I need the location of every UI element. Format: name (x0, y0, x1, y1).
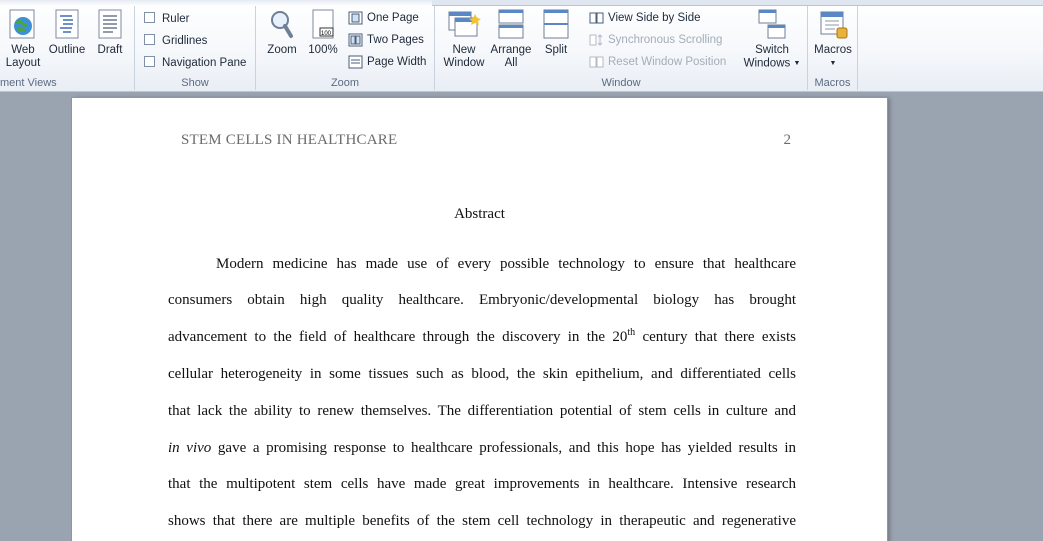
reset-window-position-button[interactable]: Reset Window Position (589, 53, 726, 71)
navigation-pane-checkbox-box[interactable] (144, 56, 155, 68)
navigation-pane-checkbox[interactable]: Navigation Pane (144, 54, 246, 72)
macros-button[interactable]: Macros ▼ (811, 8, 855, 71)
new-window-icon (448, 11, 481, 37)
synchronous-scrolling-icon (589, 34, 603, 46)
chevron-down-icon: ▼ (829, 60, 837, 67)
group-show: Ruler Gridlines Navigation Pane Show (135, 6, 256, 90)
synchronous-scrolling-label: Synchronous Scrolling (608, 34, 723, 46)
magnifier-icon (271, 11, 293, 38)
arrange-all-label-2: All (504, 57, 518, 69)
svg-text:100: 100 (321, 31, 332, 37)
page-width-label: Page Width (367, 56, 427, 68)
body-line: consumers obtain high quality healthcare… (168, 292, 796, 308)
web-layout-label-1: Web (11, 44, 35, 56)
body-line: cellular heterogeneity in some tissues s… (168, 366, 796, 382)
switch-windows-button[interactable]: Switch Windows ▼ (739, 8, 805, 71)
body-line: in vivo gave a promising response to hea… (168, 440, 796, 456)
two-pages-button[interactable]: Two Pages (348, 31, 424, 49)
two-pages-label: Two Pages (367, 34, 424, 46)
split-label: Split (544, 44, 568, 56)
one-page-icon (348, 11, 363, 25)
reset-window-position-icon (589, 56, 604, 68)
running-head: STEM CELLS IN HEALTHCARE (181, 132, 398, 148)
zoom-button[interactable]: Zoom (264, 8, 300, 57)
arrange-all-icon (498, 9, 524, 39)
web-layout-icon (9, 9, 35, 39)
switch-windows-label-2: Windows (743, 57, 791, 70)
macros-icon (820, 11, 848, 39)
group-zoom: Zoom 100 100% One Page Two Pages Page Wi… (256, 6, 435, 90)
body-line: advancement to the field of healthcare t… (168, 327, 796, 346)
two-pages-icon (348, 33, 363, 47)
arrange-all-button[interactable]: Arrange All (488, 8, 534, 70)
ruler-checkbox-box[interactable] (144, 12, 155, 24)
macros-label: Macros (814, 44, 852, 56)
abstract-heading: Abstract (454, 206, 505, 222)
group-label-macros: Macros (814, 77, 851, 89)
web-layout-button[interactable]: Web Layout (4, 8, 42, 70)
ruler-checkbox[interactable]: Ruler (144, 10, 189, 28)
outline-button[interactable]: Outline (45, 8, 89, 57)
arrange-all-label-1: Arrange (490, 44, 532, 56)
reset-window-position-label: Reset Window Position (608, 56, 727, 68)
one-page-button[interactable]: One Page (348, 9, 419, 27)
zoom-label: Zoom (267, 44, 297, 56)
superscript-th: th (627, 327, 636, 338)
ribbon-view-tab: Web Layout Outline Draft ment Views Rule… (0, 0, 1043, 92)
group-window: New Window Arrange All Split View Side b… (435, 6, 808, 90)
switch-windows-label-1: Switch (755, 44, 789, 56)
new-window-button[interactable]: New Window (440, 8, 488, 70)
split-button[interactable]: Split (538, 8, 574, 57)
document-page[interactable]: STEM CELLS IN HEALTHCARE 2 Abstract Mode… (72, 98, 887, 541)
group-label-show: Show (181, 77, 209, 89)
draft-label: Draft (97, 44, 123, 56)
new-window-label-2: Window (443, 57, 485, 69)
chevron-down-icon: ▼ (793, 60, 801, 67)
page-number: 2 (783, 132, 792, 148)
switch-windows-icon (758, 9, 786, 39)
body-line: that the multipotent stem cells have mad… (168, 476, 796, 492)
italic-term: in vivo (168, 440, 212, 456)
page-width-button[interactable]: Page Width (348, 53, 426, 71)
side-by-side-icon (589, 12, 604, 24)
zoom-100-icon: 100 (312, 9, 334, 39)
gridlines-label: Gridlines (162, 35, 208, 47)
group-label-window: Window (601, 77, 641, 89)
gridlines-checkbox-box[interactable] (144, 34, 155, 46)
body-line: shows that there are multiple benefits o… (168, 513, 796, 529)
one-page-label: One Page (367, 12, 419, 24)
group-macros: Macros ▼ Macros (808, 6, 858, 90)
body-line: that lack the ability to renew themselve… (168, 403, 796, 419)
gridlines-checkbox[interactable]: Gridlines (144, 32, 207, 50)
navigation-pane-label: Navigation Pane (162, 57, 247, 69)
ruler-label: Ruler (162, 13, 190, 25)
group-label-zoom: Zoom (330, 77, 360, 89)
new-window-label-1: New (452, 44, 476, 56)
view-side-by-side-label: View Side by Side (608, 12, 701, 24)
web-layout-label-2: Layout (5, 57, 41, 69)
zoom-100-button[interactable]: 100 100% (305, 8, 341, 57)
draft-view-icon (98, 9, 122, 39)
body-line: Modern medicine has made use of every po… (216, 256, 796, 272)
zoom-100-label: 100% (308, 44, 338, 56)
draft-button[interactable]: Draft (91, 8, 129, 57)
split-window-icon (543, 9, 569, 39)
group-document-views: Web Layout Outline Draft ment Views (0, 6, 135, 90)
page-width-icon (348, 55, 363, 69)
outline-label: Outline (48, 44, 86, 56)
group-label-document-views: ment Views (0, 77, 57, 89)
view-side-by-side-button[interactable]: View Side by Side (589, 9, 700, 27)
outline-view-icon (55, 9, 79, 39)
synchronous-scrolling-button[interactable]: Synchronous Scrolling (589, 31, 722, 49)
